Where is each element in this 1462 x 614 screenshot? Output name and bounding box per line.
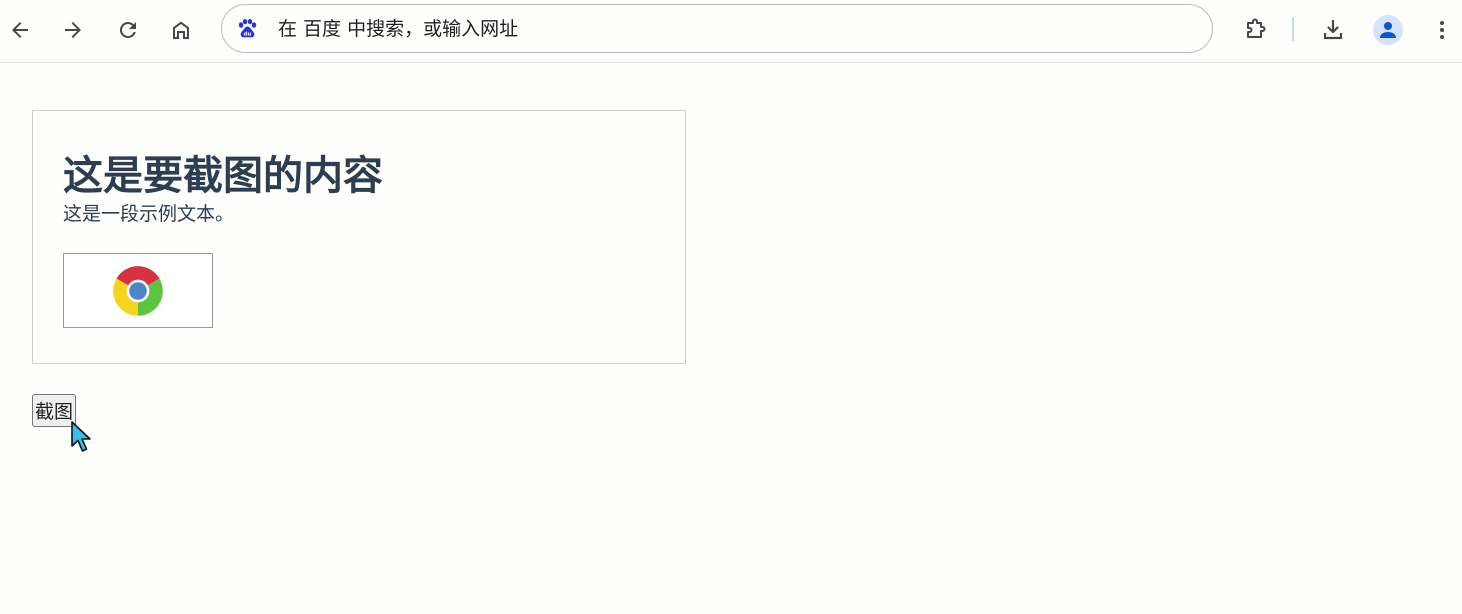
home-icon bbox=[173, 21, 189, 39]
page-content: 这是要截图的内容 这是一段示例文本。 截图 bbox=[0, 64, 1462, 614]
capture-button[interactable]: 截图 bbox=[32, 394, 77, 427]
avatar bbox=[1373, 15, 1403, 45]
home-button[interactable] bbox=[163, 12, 199, 48]
three-dots-vertical-icon bbox=[1440, 21, 1444, 39]
reload-icon bbox=[119, 21, 136, 38]
reload-button[interactable] bbox=[110, 12, 146, 48]
download-icon bbox=[1323, 19, 1343, 40]
person-icon bbox=[1380, 22, 1396, 38]
omnibox-input[interactable] bbox=[276, 16, 1160, 41]
baidu-paw-icon: du bbox=[236, 18, 258, 40]
back-arrow-icon bbox=[12, 22, 28, 38]
forward-button[interactable] bbox=[55, 12, 91, 48]
chrome-logo-icon bbox=[113, 265, 163, 316]
page-heading: 这是要截图的内容 bbox=[63, 153, 383, 199]
chrome-menu-button[interactable] bbox=[1424, 12, 1460, 48]
browser-toolbar: du bbox=[0, 0, 1462, 63]
extensions-button[interactable] bbox=[1237, 12, 1273, 48]
capture-content-box: 这是要截图的内容 这是一段示例文本。 bbox=[32, 110, 686, 364]
sample-paragraph: 这是一段示例文本。 bbox=[63, 203, 235, 225]
address-bar[interactable]: du bbox=[221, 4, 1213, 53]
sample-image bbox=[63, 253, 213, 328]
svg-text:du: du bbox=[244, 31, 252, 37]
profile-button[interactable] bbox=[1370, 12, 1406, 48]
puzzle-piece-icon bbox=[1247, 18, 1266, 38]
downloads-button[interactable] bbox=[1315, 12, 1351, 48]
back-button[interactable] bbox=[2, 12, 38, 48]
forward-arrow-icon bbox=[65, 22, 81, 38]
toolbar-divider bbox=[1292, 17, 1294, 41]
